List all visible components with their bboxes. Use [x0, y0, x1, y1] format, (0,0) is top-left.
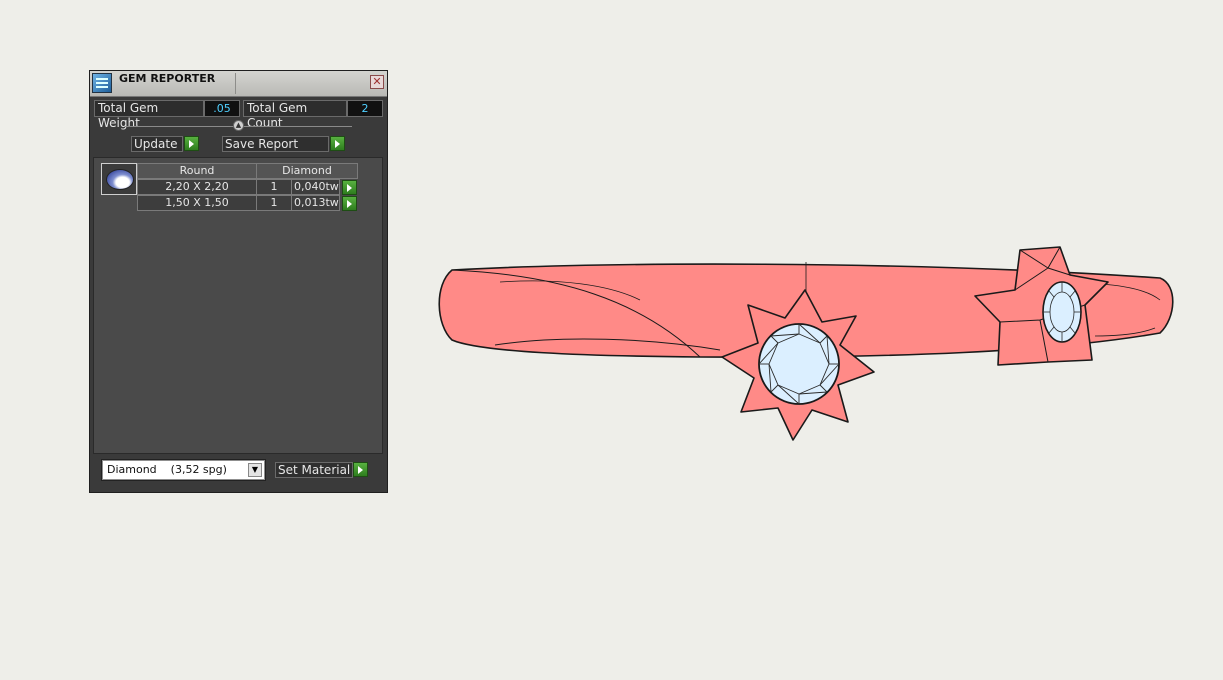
row-2-go-icon[interactable]	[342, 196, 357, 211]
row-1-count: 1	[256, 179, 292, 195]
row-1-size: 2,20 X 2,20	[137, 179, 257, 195]
save-report-go-icon[interactable]	[330, 136, 345, 151]
gem-list: Round Diamond 2,20 X 2,20 1 0,040tw 1,50…	[93, 157, 383, 454]
round-gem-icon[interactable]	[101, 163, 137, 195]
column-header-material: Diamond	[256, 163, 358, 179]
material-select-value: Diamond (3,52 spg)	[107, 463, 227, 476]
save-report-button[interactable]: Save Report	[222, 136, 329, 152]
column-header-shape: Round	[137, 163, 257, 179]
total-gem-count-label: Total Gem Count	[243, 100, 347, 130]
total-gem-weight-label: Total Gem Weight	[94, 100, 204, 130]
splitter-handle[interactable]: ▲	[233, 120, 244, 131]
gem-reporter-panel: GEM REPORTER ✕ Total Gem Weight .05 Tota…	[89, 70, 388, 493]
close-icon[interactable]: ✕	[370, 75, 384, 89]
row-2-weight: 0,013tw	[291, 195, 340, 211]
total-gem-weight-value: .05	[204, 100, 240, 117]
update-button[interactable]: Update	[131, 136, 183, 152]
material-select[interactable]: Diamond (3,52 spg) ▼	[101, 459, 266, 481]
chevron-down-icon[interactable]: ▼	[248, 463, 262, 477]
set-material-go-icon[interactable]	[353, 462, 368, 477]
row-1-go-icon[interactable]	[342, 180, 357, 195]
row-1-weight: 0,040tw	[291, 179, 340, 195]
panel-titlebar[interactable]: GEM REPORTER ✕	[90, 71, 387, 97]
titlebar-divider	[235, 73, 236, 94]
row-2-count: 1	[256, 195, 292, 211]
update-go-icon[interactable]	[184, 136, 199, 151]
panel-title: GEM REPORTER	[119, 72, 216, 85]
row-2-size: 1,50 X 1,50	[137, 195, 257, 211]
total-gem-count-value: 2	[347, 100, 383, 117]
set-material-button[interactable]: Set Material	[275, 462, 353, 478]
gem-reporter-icon	[92, 73, 112, 93]
